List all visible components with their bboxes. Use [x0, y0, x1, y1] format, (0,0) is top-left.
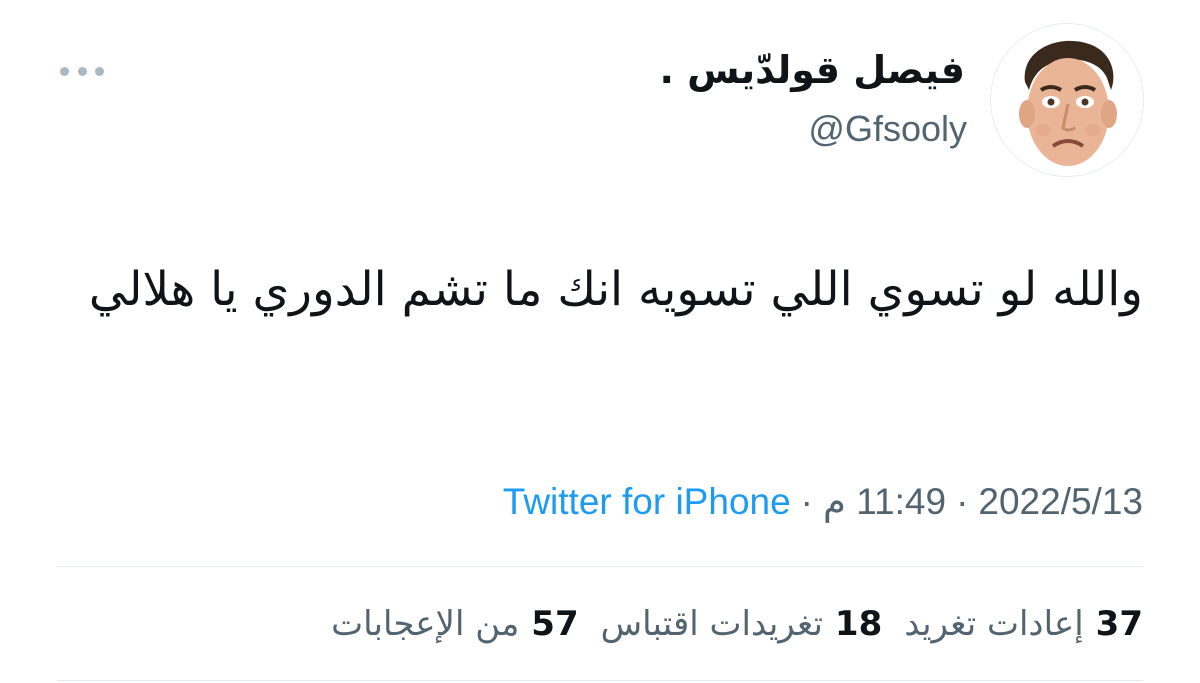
- retweets-count: 37: [1095, 604, 1143, 644]
- more-horizontal-icon: [77, 66, 87, 76]
- likes-count: 57: [531, 604, 579, 644]
- likes-label: من الإعجابات: [331, 604, 520, 644]
- user-handle[interactable]: @Gfsooly: [808, 108, 967, 150]
- quotes-stat[interactable]: 18 تغريدات اقتباس: [601, 604, 883, 644]
- avatar[interactable]: [991, 24, 1143, 176]
- avatar-icon: [991, 24, 1143, 176]
- meta-separator: ·: [956, 481, 969, 522]
- more-horizontal-icon: [95, 66, 104, 76]
- quotes-count: 18: [834, 604, 883, 644]
- likes-stat[interactable]: 57 من الإعجابات: [331, 604, 579, 644]
- tweet-time[interactable]: 11:49 م: [823, 480, 946, 523]
- meta-separator: ·: [800, 481, 813, 522]
- tweet-text: والله لو تسوي اللي تسويه انك ما تشم الدو…: [88, 262, 1143, 317]
- tweet-date[interactable]: 2022/5/13: [978, 481, 1143, 523]
- tweet-stats: 37 إعادات تغريد 18 تغريدات اقتباس 57 من الإ…: [331, 604, 1143, 644]
- more-options-button[interactable]: [60, 58, 104, 84]
- display-name[interactable]: فيصل قولدّيس .: [659, 48, 965, 92]
- tweet-meta: Twitter for iPhone · 11:49 م · 2022/5/13: [503, 480, 1143, 523]
- retweets-stat[interactable]: 37 إعادات تغريد: [904, 604, 1143, 644]
- divider: [57, 680, 1143, 681]
- divider: [57, 566, 1143, 567]
- retweets-label: إعادات تغريد: [904, 604, 1084, 644]
- quotes-label: تغريدات اقتباس: [600, 604, 823, 644]
- tweet-source-link[interactable]: Twitter for iPhone: [503, 481, 791, 523]
- more-horizontal-icon: [60, 66, 69, 76]
